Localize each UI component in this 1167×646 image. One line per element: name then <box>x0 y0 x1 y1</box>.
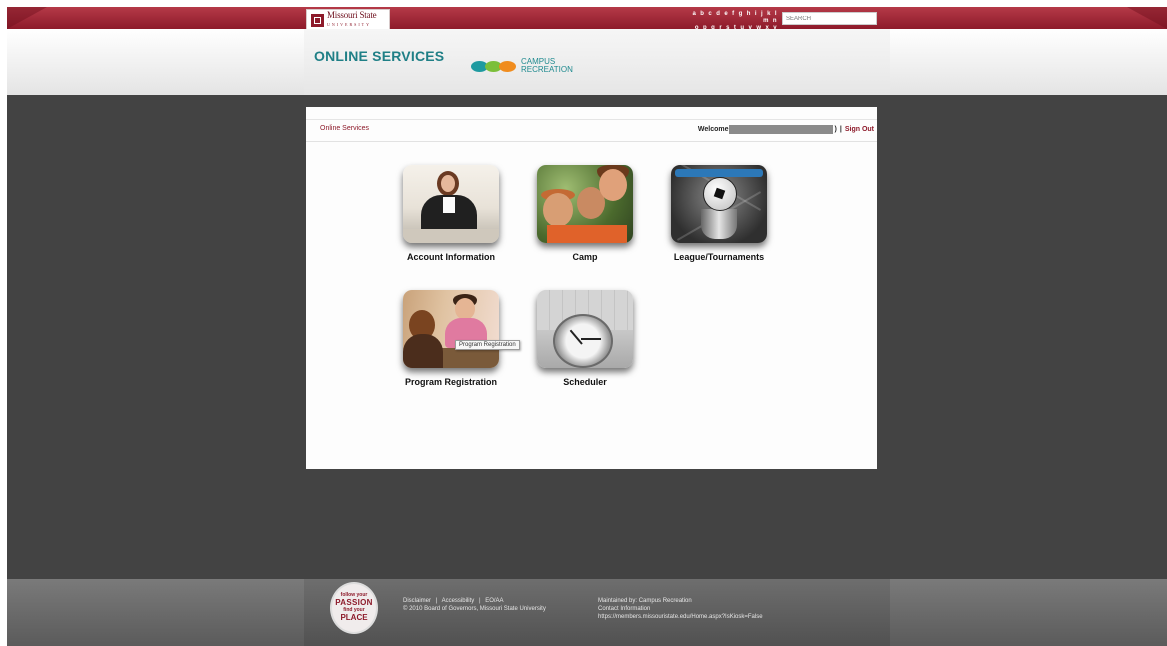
eoaa-link[interactable]: EO/AA <box>485 598 503 604</box>
footer-links: Disclaimer | Accessibility | EO/AA © 201… <box>403 597 546 613</box>
missouri-state-logo[interactable]: Missouri State UNIVERSITY <box>306 9 390 31</box>
panel-divider-top <box>306 119 877 120</box>
welcome-text: Welcome <box>697 126 729 133</box>
logo-orange-mark-icon <box>499 60 516 72</box>
top-bar <box>7 7 1167 29</box>
accessibility-link[interactable]: Accessibility <box>442 598 475 604</box>
content-panel: Online Services Welcome ) | Sign Out Acc… <box>306 107 877 469</box>
welcome-suffix: ) <box>834 126 837 133</box>
badge-line2: PASSION <box>335 598 373 607</box>
page-url: https://members.missouristate.edu/Home.a… <box>598 614 763 620</box>
footer-info: Maintained by: Campus Recreation Contact… <box>598 597 763 621</box>
signout-separator: | <box>839 126 842 133</box>
sign-out-link[interactable]: Sign Out <box>845 126 874 133</box>
badge-line4: PLACE <box>340 613 368 622</box>
search-input[interactable] <box>782 12 877 25</box>
tile-label[interactable]: Scheduler <box>530 377 640 387</box>
passion-place-badge[interactable]: follow your PASSION find your PLACE <box>330 582 378 634</box>
tooltip: Program Registration <box>455 340 520 350</box>
tile-label[interactable]: Account Information <box>396 252 506 262</box>
account-photo-icon[interactable] <box>403 165 499 243</box>
stopwatch-icon[interactable] <box>537 290 633 368</box>
tile-label[interactable]: League/Tournaments <box>664 252 774 262</box>
tile-camp[interactable]: Camp <box>530 165 640 262</box>
university-seal-icon <box>311 13 324 27</box>
tile-league-tournaments[interactable]: League/Tournaments <box>664 165 774 262</box>
footer-center <box>304 579 890 646</box>
copyright-text: © 2010 Board of Governors, Missouri Stat… <box>403 606 546 612</box>
header-band <box>7 29 1167 95</box>
tile-scheduler[interactable]: Scheduler <box>530 290 640 387</box>
contact-information-link[interactable]: Contact Information <box>598 605 763 613</box>
tile-label[interactable]: Program Registration <box>396 377 506 387</box>
footer-separator: | <box>435 598 438 604</box>
campus-recreation-logo: CAMPUS RECREATION <box>471 58 573 74</box>
maintained-by: Maintained by: Campus Recreation <box>598 598 692 604</box>
a-z-index-line1[interactable]: a b c d e f g h i j k l m n <box>690 11 778 25</box>
brand-line2: RECREATION <box>521 65 573 74</box>
panel-divider <box>306 141 877 142</box>
tile-account-information[interactable]: Account Information <box>396 165 506 262</box>
top-bar-left-accent <box>7 7 47 29</box>
top-bar-right-accent <box>1127 7 1167 29</box>
tile-program-registration[interactable]: Program Registration <box>396 290 506 387</box>
footer-separator: | <box>478 598 481 604</box>
league-trophy-icon[interactable] <box>671 165 767 243</box>
tile-label[interactable]: Camp <box>530 252 640 262</box>
program-photo-icon[interactable] <box>403 290 499 368</box>
footer <box>7 579 1167 646</box>
page-title: ONLINE SERVICES <box>314 48 445 64</box>
welcome-bar: Welcome ) | Sign Out <box>698 125 874 134</box>
camp-photo-icon[interactable] <box>537 165 633 243</box>
logo-sub-text: UNIVERSITY <box>327 22 371 27</box>
disclaimer-link[interactable]: Disclaimer <box>403 598 431 604</box>
redacted-username <box>728 125 833 134</box>
logo-main-text: Missouri State <box>327 10 377 20</box>
breadcrumb[interactable]: Online Services <box>320 125 369 132</box>
